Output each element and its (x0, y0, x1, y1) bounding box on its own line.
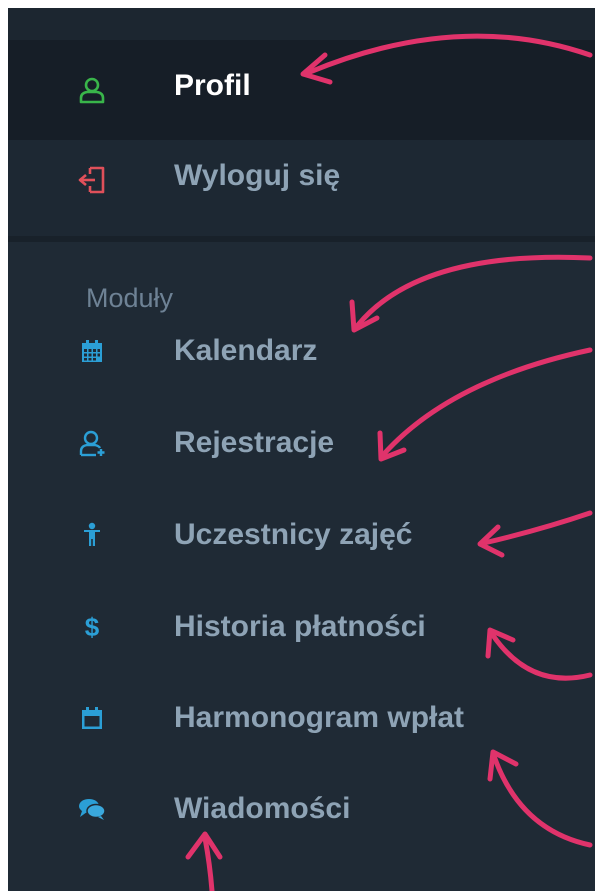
sidebar-item-label: Rejestracje (174, 426, 335, 459)
sidebar-top-strip (8, 8, 595, 40)
sidebar-item-kalendarz[interactable]: Kalendarz (8, 326, 595, 376)
sidebar-item-profil[interactable]: Profil (8, 40, 595, 140)
sidebar-item-label: Historia płatności (174, 610, 426, 643)
sidebar-item-label: Kalendarz (174, 334, 318, 367)
sidebar-item-label: Wiadomości (174, 792, 351, 825)
logout-icon (78, 166, 106, 194)
sidebar-item-label: Wyloguj się (174, 159, 341, 192)
sidebar-item-label: Uczestnicy zajęć (174, 518, 413, 551)
sidebar-item-wyloguj[interactable]: Wyloguj się (8, 140, 595, 220)
sidebar-item-harmonogram[interactable]: Harmonogram wpłat (8, 693, 595, 743)
sidebar-item-rejestracje[interactable]: Rejestracje (8, 418, 595, 468)
calendar-empty-icon (78, 704, 106, 732)
calendar-icon (78, 337, 106, 365)
sidebar-item-label: Profil (174, 69, 251, 102)
person-icon (78, 521, 106, 549)
chat-icon (78, 795, 106, 823)
sidebar-item-historia-platnosci[interactable]: $ Historia płatności (8, 602, 595, 652)
sidebar-item-uczestnicy[interactable]: Uczestnicy zajęć (8, 510, 595, 560)
user-icon (78, 76, 106, 104)
modules-heading: Moduły (86, 283, 174, 313)
dollar-icon: $ (78, 613, 106, 641)
svg-text:$: $ (85, 613, 100, 641)
sidebar-item-label: Harmonogram wpłat (174, 701, 465, 734)
sidebar: Profil Wyloguj się Moduły Kalendarz Reje… (8, 8, 595, 891)
sidebar-item-wiadomosci[interactable]: Wiadomości (8, 784, 595, 834)
section-divider (8, 236, 595, 242)
user-add-icon (78, 429, 106, 457)
